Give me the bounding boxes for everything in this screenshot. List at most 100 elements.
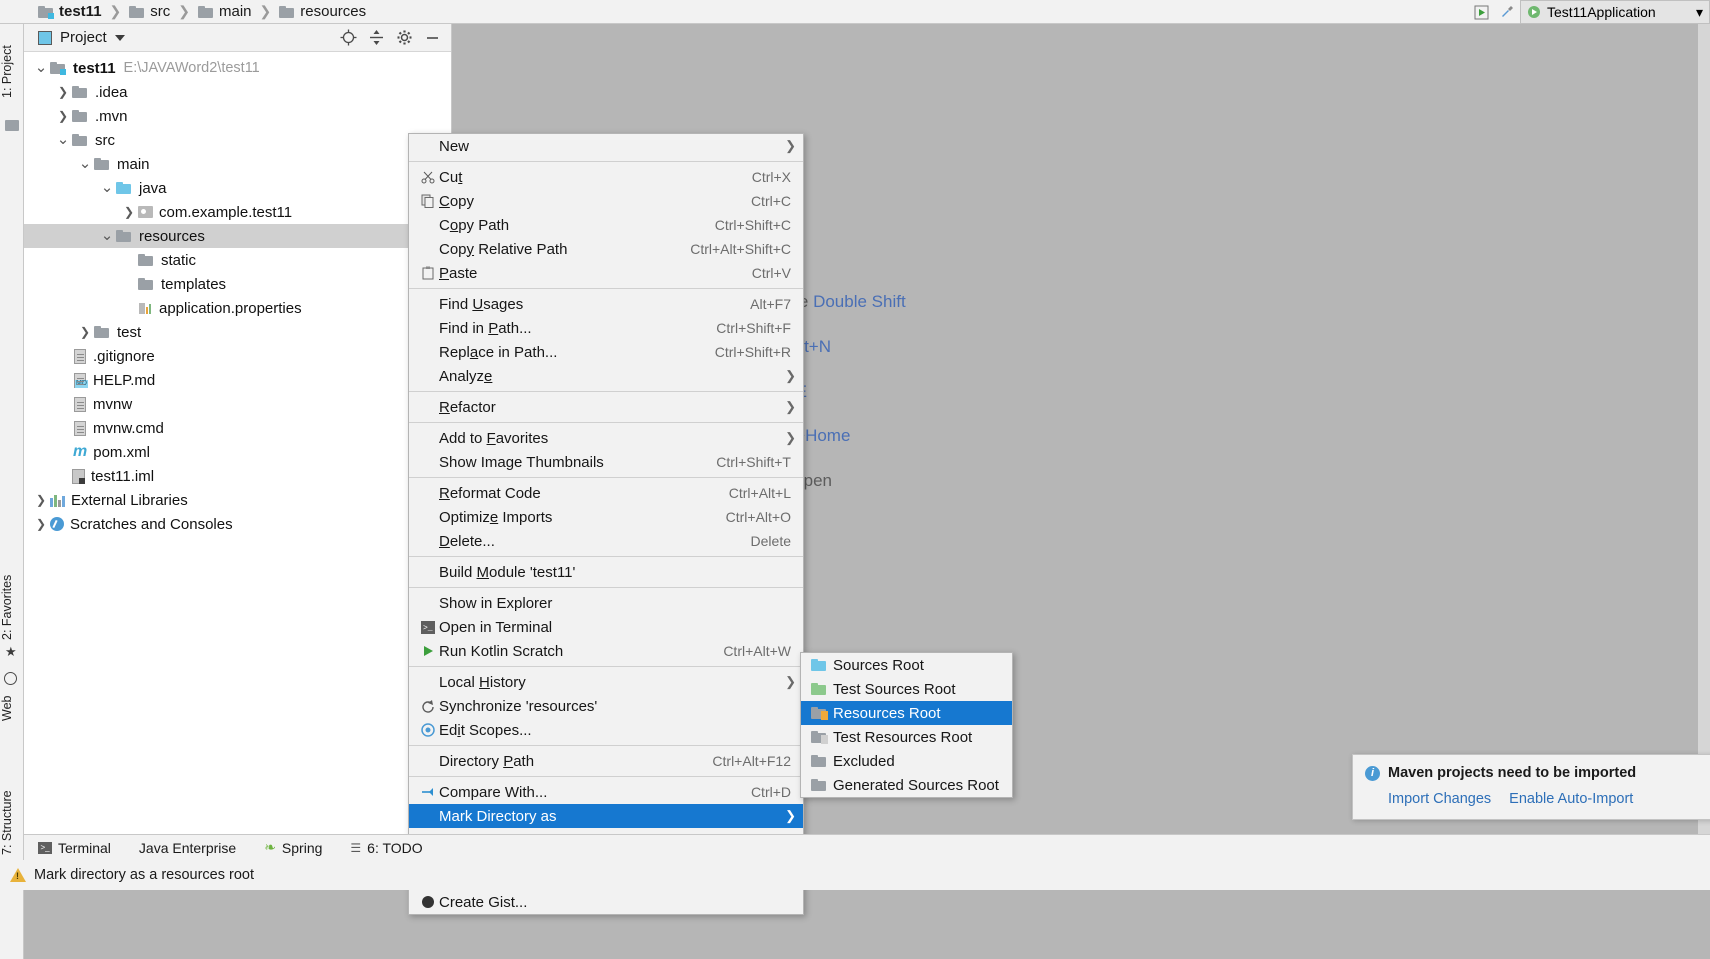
chevron-down-icon[interactable]: ⌄ <box>76 156 94 171</box>
collapse-all-icon[interactable] <box>367 29 385 47</box>
editor-hint-shortcut: Double Shift <box>813 292 906 311</box>
menu-item-shortcut: Ctrl+C <box>750 193 791 209</box>
menu-item-delete[interactable]: Delete... Delete <box>409 529 803 553</box>
tree-item-scratches-and-consoles[interactable]: ❯ Scratches and Consoles <box>24 512 451 536</box>
chevron-right-icon[interactable]: ❯ <box>32 493 50 507</box>
menu-item-synchronize-resources[interactable]: Synchronize 'resources' <box>409 694 803 718</box>
import-changes-link[interactable]: Import Changes <box>1388 791 1491 807</box>
menu-item-copy-relative-path[interactable]: Copy Relative Path Ctrl+Alt+Shift+C <box>409 237 803 261</box>
tree-item-label: test11 <box>73 59 116 77</box>
tree-item-src[interactable]: ⌄ src <box>24 128 451 152</box>
tree-item-templates[interactable]: templates <box>24 272 451 296</box>
menu-item-new[interactable]: New ❯ <box>409 134 803 158</box>
mark-directory-as-submenu[interactable]: Sources Root Test Sources Root Resources R… <box>800 652 1013 798</box>
tree-item-static[interactable]: static <box>24 248 451 272</box>
menu-item-show-image-thumbnails[interactable]: Show Image Thumbnails Ctrl+Shift+T <box>409 450 803 474</box>
bottom-tab-todo[interactable]: ☰ 6: TODO <box>336 835 436 861</box>
bottom-tab-java-enterprise[interactable]: Java Enterprise <box>125 835 250 861</box>
tree-item-external-libraries[interactable]: ❯ External Libraries <box>24 488 451 512</box>
menu-item-copy-path[interactable]: Copy Path Ctrl+Shift+C <box>409 213 803 237</box>
tree-item-application-properties[interactable]: application.properties <box>24 296 451 320</box>
menu-item-mark-directory-as[interactable]: Mark Directory as ❯ <box>409 804 803 828</box>
run-configuration-selector[interactable]: Test11Application ▾ <box>1520 0 1710 24</box>
breadcrumb-item-src[interactable]: src <box>127 0 172 24</box>
breadcrumb-item-test11[interactable]: test11 <box>36 0 104 24</box>
menu-item-show-in-explorer[interactable]: Show in Explorer <box>409 591 803 615</box>
menu-item-open-in-terminal[interactable]: >_ Open in Terminal <box>409 615 803 639</box>
run-icon[interactable] <box>1468 1 1494 23</box>
menu-item-add-to-favorites[interactable]: Add to Favorites ❯ <box>409 426 803 450</box>
tree-item-test[interactable]: ❯ test <box>24 320 451 344</box>
chevron-down-icon[interactable] <box>114 34 125 41</box>
menu-item-run-kotlin-scratch[interactable]: Run Kotlin Scratch Ctrl+Alt+W <box>409 639 803 663</box>
spring-leaf-icon: ❧ <box>264 839 276 855</box>
enable-auto-import-link[interactable]: Enable Auto-Import <box>1509 791 1633 807</box>
tree-item--mvn[interactable]: ❯ .mvn <box>24 104 451 128</box>
tree-item-java[interactable]: ⌄ java <box>24 176 451 200</box>
menu-item-reformat-code[interactable]: Reformat Code Ctrl+Alt+L <box>409 481 803 505</box>
menu-item-refactor[interactable]: Refactor ❯ <box>409 395 803 419</box>
bottom-tab-spring[interactable]: ❧ Spring <box>250 835 336 861</box>
submenu-item-sources-root[interactable]: Sources Root <box>801 653 1012 677</box>
tool-tab-structure[interactable]: 7: Structure <box>0 772 24 874</box>
submenu-item-resources-root[interactable]: Resources Root <box>801 701 1012 725</box>
tree-item-mvnw[interactable]: mvnw <box>24 392 451 416</box>
compare-icon <box>417 785 439 799</box>
chevron-down-icon[interactable]: ⌄ <box>98 228 116 243</box>
tool-tab-project[interactable]: 1: Project <box>0 30 24 114</box>
tree-item-main[interactable]: ⌄ main <box>24 152 451 176</box>
menu-item-optimize-imports[interactable]: Optimize Imports Ctrl+Alt+O <box>409 505 803 529</box>
submenu-item-test-sources-root[interactable]: Test Sources Root <box>801 677 1012 701</box>
context-menu[interactable]: New ❯ Cut Ctrl+X Copy Ctrl+C Copy Path Ctrl+Shi… <box>408 133 804 915</box>
breadcrumb-item-main[interactable]: main <box>196 0 254 24</box>
tree-item--idea[interactable]: ❯ .idea <box>24 80 451 104</box>
breadcrumb-bar: test11 ❯ src ❯ main ❯ resources Test11Applicat… <box>0 0 1710 24</box>
tree-item-test11-iml[interactable]: test11.iml <box>24 464 451 488</box>
locate-icon[interactable] <box>339 29 357 47</box>
module-badge <box>60 69 66 75</box>
menu-item-find-in-path[interactable]: Find in Path... Ctrl+Shift+F <box>409 316 803 340</box>
chevron-down-icon[interactable]: ⌄ <box>32 60 50 75</box>
tree-item-help-md[interactable]: MD HELP.md <box>24 368 451 392</box>
tree-item--gitignore[interactable]: .gitignore <box>24 344 451 368</box>
tree-item-mvnw-cmd[interactable]: mvnw.cmd <box>24 416 451 440</box>
menu-separator <box>409 666 803 667</box>
submenu-item-test-resources-root[interactable]: Test Resources Root <box>801 725 1012 749</box>
menu-item-create-gist[interactable]: Create Gist... <box>409 890 803 914</box>
chevron-down-icon[interactable]: ⌄ <box>98 180 116 195</box>
chevron-down-icon[interactable]: ⌄ <box>54 132 72 147</box>
project-tree[interactable]: ⌄ test11 E:\JAVAWord2\test11 ❯ .idea ❯ .mvn ⌄ sr… <box>24 52 451 536</box>
chevron-right-icon[interactable]: ❯ <box>76 325 94 339</box>
breadcrumb-item-resources[interactable]: resources <box>277 0 368 24</box>
submenu-item-excluded[interactable]: Excluded <box>801 749 1012 773</box>
chevron-right-icon[interactable]: ❯ <box>54 109 72 123</box>
menu-item-paste[interactable]: Paste Ctrl+V <box>409 261 803 285</box>
menu-item-cut[interactable]: Cut Ctrl+X <box>409 165 803 189</box>
menu-item-local-history[interactable]: Local History ❯ <box>409 670 803 694</box>
menu-item-directory-path[interactable]: Directory Path Ctrl+Alt+F12 <box>409 749 803 773</box>
hide-icon[interactable] <box>423 29 441 47</box>
menu-item-edit-scopes[interactable]: Edit Scopes... <box>409 718 803 742</box>
settings-gear-icon[interactable] <box>395 29 413 47</box>
build-icon[interactable] <box>1494 1 1520 23</box>
tool-tab-web[interactable]: Web <box>0 686 24 730</box>
submenu-arrow-icon: ❯ <box>785 808 796 823</box>
tree-item-com-example-test11[interactable]: ❯ com.example.test11 <box>24 200 451 224</box>
bottom-tab-terminal[interactable]: >_ Terminal <box>24 835 125 861</box>
bottom-tab-terminal-label: Terminal <box>58 839 111 856</box>
menu-item-build-module-test11[interactable]: Build Module 'test11' <box>409 560 803 584</box>
tree-item-test11[interactable]: ⌄ test11 E:\JAVAWord2\test11 <box>24 56 451 80</box>
submenu-item-generated-sources-root[interactable]: Generated Sources Root <box>801 773 1012 797</box>
menu-item-compare-with[interactable]: Compare With... Ctrl+D <box>409 780 803 804</box>
chevron-right-icon[interactable]: ❯ <box>54 85 72 99</box>
folder-icon <box>116 230 131 242</box>
chevron-right-icon[interactable]: ❯ <box>32 517 50 531</box>
menu-item-replace-in-path[interactable]: Replace in Path... Ctrl+Shift+R <box>409 340 803 364</box>
tree-item-pom-xml[interactable]: m pom.xml <box>24 440 451 464</box>
chevron-down-icon[interactable]: ▾ <box>1696 4 1703 21</box>
tree-item-resources[interactable]: ⌄ resources <box>24 224 451 248</box>
menu-item-analyze[interactable]: Analyze ❯ <box>409 364 803 388</box>
chevron-right-icon[interactable]: ❯ <box>120 205 138 219</box>
menu-item-copy[interactable]: Copy Ctrl+C <box>409 189 803 213</box>
menu-item-find-usages[interactable]: Find Usages Alt+F7 <box>409 292 803 316</box>
